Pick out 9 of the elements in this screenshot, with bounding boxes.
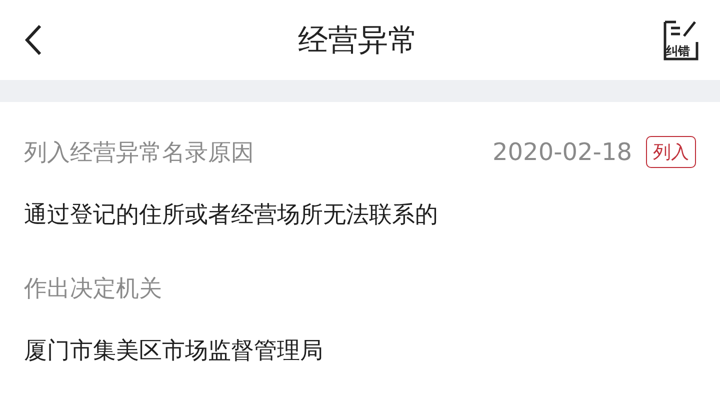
page-title: 经营异常 — [298, 22, 418, 60]
back-icon — [24, 24, 42, 56]
field-value: 厦门市集美区市场监督管理局 — [24, 336, 324, 366]
status-badge: 列入 — [646, 136, 696, 168]
date-text: 2020-02-18 — [492, 138, 632, 166]
field-value: 通过登记的住所或者经营场所无法联系的 — [24, 200, 439, 230]
correction-button[interactable]: 纠错 — [662, 18, 702, 62]
field-label: 列入经营异常名录原因 — [24, 138, 254, 168]
field-label: 作出决定机关 — [24, 274, 162, 304]
